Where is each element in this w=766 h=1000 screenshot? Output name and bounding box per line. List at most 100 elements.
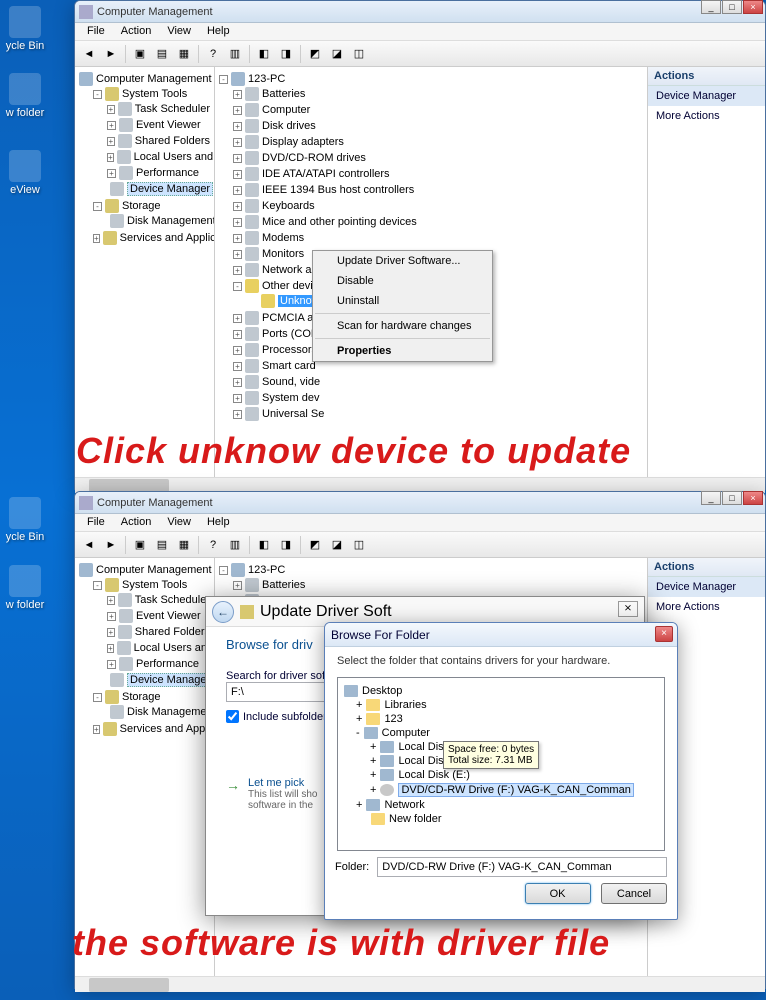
expand-icon[interactable]: +	[107, 169, 116, 178]
expand-icon[interactable]: +	[233, 250, 242, 259]
disk-mgmt[interactable]: Disk Management	[127, 706, 215, 718]
titlebar[interactable]: Computer Management _ □ ×	[75, 1, 765, 23]
storage[interactable]: Storage	[122, 200, 161, 212]
expand-icon[interactable]: +	[233, 202, 242, 211]
f-network[interactable]: Network	[384, 799, 424, 811]
dialog-title[interactable]: Browse For Folder ×	[325, 623, 677, 647]
expand-icon[interactable]: +	[233, 234, 242, 243]
collapse-icon[interactable]: -	[233, 282, 242, 291]
device-item[interactable]: DVD/CD-ROM drives	[262, 152, 366, 164]
event-viewer[interactable]: Event Viewer	[136, 119, 201, 131]
local-users[interactable]: Local Users and Groups	[134, 642, 215, 654]
ctx-disable[interactable]: Disable	[313, 271, 492, 291]
device-item[interactable]: IDE ATA/ATAPI controllers	[262, 168, 390, 180]
expand-icon[interactable]: +	[233, 170, 242, 179]
close-button[interactable]: ×	[743, 0, 763, 14]
expand-icon[interactable]: +	[107, 137, 115, 146]
props-icon[interactable]: ▤	[152, 535, 172, 555]
ctx-properties[interactable]: Properties	[313, 341, 492, 361]
h-scrollbar[interactable]	[75, 976, 765, 992]
expand-icon[interactable]: +	[233, 410, 242, 419]
disk-mgmt[interactable]: Disk Management	[127, 215, 215, 227]
menu-help[interactable]: Help	[199, 514, 238, 531]
device-item[interactable]: Modems	[262, 232, 304, 244]
task-scheduler[interactable]: Task Scheduler	[135, 594, 210, 606]
device-item[interactable]: IEEE 1394 Bus host controllers	[262, 184, 414, 196]
tool-icon[interactable]: ▥	[225, 535, 245, 555]
actions-more[interactable]: More Actions	[648, 597, 765, 617]
nav-back-icon[interactable]: ◄	[79, 535, 99, 555]
desktop-icon-folder[interactable]: w folder	[0, 73, 50, 119]
expand-icon[interactable]: +	[233, 122, 242, 131]
menu-action[interactable]: Action	[113, 23, 160, 40]
f-123[interactable]: 123	[384, 713, 402, 725]
device-item[interactable]: Processors	[262, 344, 317, 356]
collapse-icon[interactable]: -	[93, 90, 102, 99]
expand-icon[interactable]: +	[233, 346, 242, 355]
device-item[interactable]: Mice and other pointing devices	[262, 216, 417, 228]
actions-dm[interactable]: Device Manager	[648, 577, 765, 597]
device-item[interactable]: Smart card	[262, 360, 316, 372]
services[interactable]: Services and Applications	[120, 723, 215, 735]
ctx-uninstall[interactable]: Uninstall	[313, 291, 492, 311]
device-manager-selected[interactable]: Device Manager	[127, 182, 213, 196]
f-desktop[interactable]: Desktop	[362, 685, 402, 697]
ok-button[interactable]: OK	[525, 883, 591, 904]
f-libraries[interactable]: Libraries	[384, 699, 426, 711]
f-drive-f-selected[interactable]: DVD/CD-RW Drive (F:) VAG-K_CAN_Comman	[398, 783, 633, 797]
expand-icon[interactable]: +	[233, 218, 242, 227]
shared-folders[interactable]: Shared Folders	[135, 626, 210, 638]
expand-icon[interactable]: +	[233, 378, 242, 387]
expand-icon[interactable]: +	[233, 581, 242, 590]
expand-icon[interactable]: +	[233, 394, 242, 403]
collapse-icon[interactable]: -	[219, 75, 228, 84]
device-manager-selected[interactable]: Device Manager	[127, 673, 213, 687]
nav-fwd-icon[interactable]: ►	[101, 535, 121, 555]
device-item[interactable]: Disk drives	[262, 120, 316, 132]
device-item[interactable]: Batteries	[262, 88, 305, 100]
expand-icon[interactable]: +	[233, 266, 242, 275]
refresh-icon[interactable]: ▦	[174, 535, 194, 555]
event-viewer[interactable]: Event Viewer	[136, 610, 201, 622]
menu-view[interactable]: View	[159, 514, 199, 531]
device-item[interactable]: PCMCIA ad	[262, 312, 319, 324]
menu-view[interactable]: View	[159, 23, 199, 40]
device-item[interactable]: Universal Se	[262, 408, 324, 420]
tool2-icon[interactable]: ◧	[254, 44, 274, 64]
tool6-icon[interactable]: ◫	[349, 44, 369, 64]
actions-more[interactable]: More Actions	[648, 106, 765, 126]
help-icon[interactable]: ?	[203, 535, 223, 555]
systools[interactable]: System Tools	[122, 579, 187, 591]
tool3-icon[interactable]: ◨	[276, 44, 296, 64]
desktop-icon-eview[interactable]: eView	[0, 150, 50, 196]
tool6-icon[interactable]: ◫	[349, 535, 369, 555]
device-item[interactable]: Display adapters	[262, 136, 344, 148]
menu-file[interactable]: File	[79, 23, 113, 40]
menu-file[interactable]: File	[79, 514, 113, 531]
minimize-button[interactable]: _	[701, 0, 721, 14]
performance[interactable]: Performance	[136, 658, 199, 670]
menu-help[interactable]: Help	[199, 23, 238, 40]
titlebar[interactable]: Computer Management _ □ ×	[75, 492, 765, 514]
nav-back-icon[interactable]: ◄	[79, 44, 99, 64]
expand-icon[interactable]: +	[233, 154, 242, 163]
desktop-icon-recycle-2[interactable]: ycle Bin	[0, 497, 50, 543]
dialog-close-icon[interactable]: ×	[655, 626, 673, 642]
f-drive-e[interactable]: Local Disk (E:)	[398, 769, 470, 781]
minimize-button[interactable]: _	[701, 491, 721, 505]
wizard-back-icon[interactable]: ←	[212, 601, 234, 623]
maximize-button[interactable]: □	[722, 491, 742, 505]
systools[interactable]: System Tools	[122, 88, 187, 100]
device-item[interactable]: Monitors	[262, 248, 304, 260]
device-item[interactable]: Keyboards	[262, 200, 315, 212]
expand-icon[interactable]: +	[93, 234, 100, 243]
tree-root[interactable]: Computer Management (Local	[96, 564, 215, 576]
expand-icon[interactable]: +	[107, 153, 114, 162]
f-newfolder[interactable]: New folder	[389, 813, 442, 825]
task-scheduler[interactable]: Task Scheduler	[135, 103, 210, 115]
expand-icon[interactable]: +	[233, 186, 242, 195]
desktop-icon-folder-2[interactable]: w folder	[0, 565, 50, 611]
expand-icon[interactable]: +	[233, 314, 242, 323]
include-checkbox[interactable]	[226, 710, 239, 723]
device-item[interactable]: Computer	[262, 104, 310, 116]
